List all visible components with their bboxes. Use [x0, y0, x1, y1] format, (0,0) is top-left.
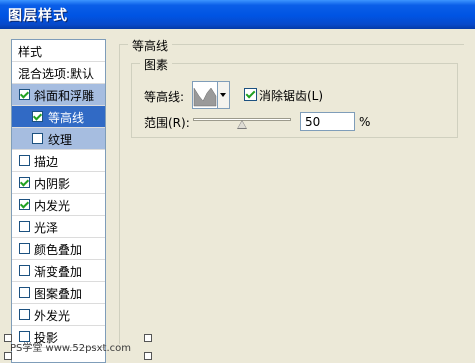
style-item[interactable]: 光泽 — [12, 216, 105, 238]
range-input[interactable]: 50 — [300, 112, 355, 131]
style-item-checkbox[interactable] — [19, 221, 30, 232]
window-titlebar[interactable]: 图层样式 — [0, 0, 475, 29]
contour-section-title: 等高线 — [128, 37, 173, 54]
style-item[interactable]: 等高线 — [12, 106, 105, 128]
style-item-checkbox[interactable] — [19, 287, 30, 298]
style-item-checkbox[interactable] — [32, 133, 43, 144]
antialias-checkbox[interactable] — [244, 88, 257, 101]
styles-header[interactable]: 样式 — [12, 40, 105, 62]
style-item-checkbox[interactable] — [19, 199, 30, 210]
contour-dropdown-button[interactable] — [218, 81, 230, 109]
style-item-label: 等高线 — [48, 111, 85, 125]
style-item[interactable]: 内发光 — [12, 194, 105, 216]
watermark-corner — [144, 334, 152, 342]
style-item-checkbox[interactable] — [19, 309, 30, 320]
style-item[interactable]: 渐变叠加 — [12, 260, 105, 282]
style-item-checkbox[interactable] — [32, 111, 43, 122]
style-item-checkbox[interactable] — [19, 243, 30, 254]
style-item-label: 斜面和浮雕 — [34, 89, 95, 103]
contour-label: 等高线: — [144, 90, 185, 104]
style-item[interactable]: 描边 — [12, 150, 105, 172]
window-title: 图层样式 — [8, 8, 68, 24]
style-item-label: 光泽 — [34, 221, 59, 235]
style-item[interactable]: 斜面和浮雕 — [12, 84, 105, 106]
watermark-corner — [144, 352, 152, 360]
style-item-checkbox[interactable] — [19, 155, 30, 166]
style-item-label: 内发光 — [34, 199, 71, 213]
style-item-label: 外发光 — [34, 309, 71, 323]
style-item-label: 图案叠加 — [34, 287, 83, 301]
style-item[interactable]: 图案叠加 — [12, 282, 105, 304]
blend-options-item[interactable]: 混合选项:默认 — [12, 62, 105, 84]
style-item-checkbox[interactable] — [19, 89, 30, 100]
range-slider-thumb[interactable] — [237, 120, 247, 129]
style-item[interactable]: 外发光 — [12, 304, 105, 326]
watermark-text: PS学堂 www.52psxt.com — [10, 343, 132, 354]
style-item-label: 颜色叠加 — [34, 243, 83, 257]
styles-header-label: 样式 — [18, 45, 43, 59]
blend-options-label: 混合选项:默认 — [18, 67, 95, 81]
style-item-checkbox[interactable] — [19, 177, 30, 188]
style-item-label: 纹理 — [48, 133, 73, 147]
range-label: 范围(R): — [144, 116, 190, 130]
style-item-label: 内阴影 — [34, 177, 71, 191]
elements-group-title: 图素 — [140, 56, 173, 73]
style-item-checkbox[interactable] — [19, 265, 30, 276]
range-unit: % — [359, 115, 371, 129]
style-item-label: 描边 — [34, 155, 59, 169]
antialias-label[interactable]: 消除锯齿(L) — [259, 87, 323, 104]
contour-picker[interactable] — [192, 81, 218, 109]
contour-curve-icon — [193, 87, 217, 107]
style-item[interactable]: 内阴影 — [12, 172, 105, 194]
styles-list: 样式 混合选项:默认 斜面和浮雕等高线纹理描边内阴影内发光光泽颜色叠加渐变叠加图… — [11, 39, 106, 363]
style-item[interactable]: 颜色叠加 — [12, 238, 105, 260]
style-item-label: 渐变叠加 — [34, 265, 83, 279]
style-item[interactable]: 纹理 — [12, 128, 105, 150]
